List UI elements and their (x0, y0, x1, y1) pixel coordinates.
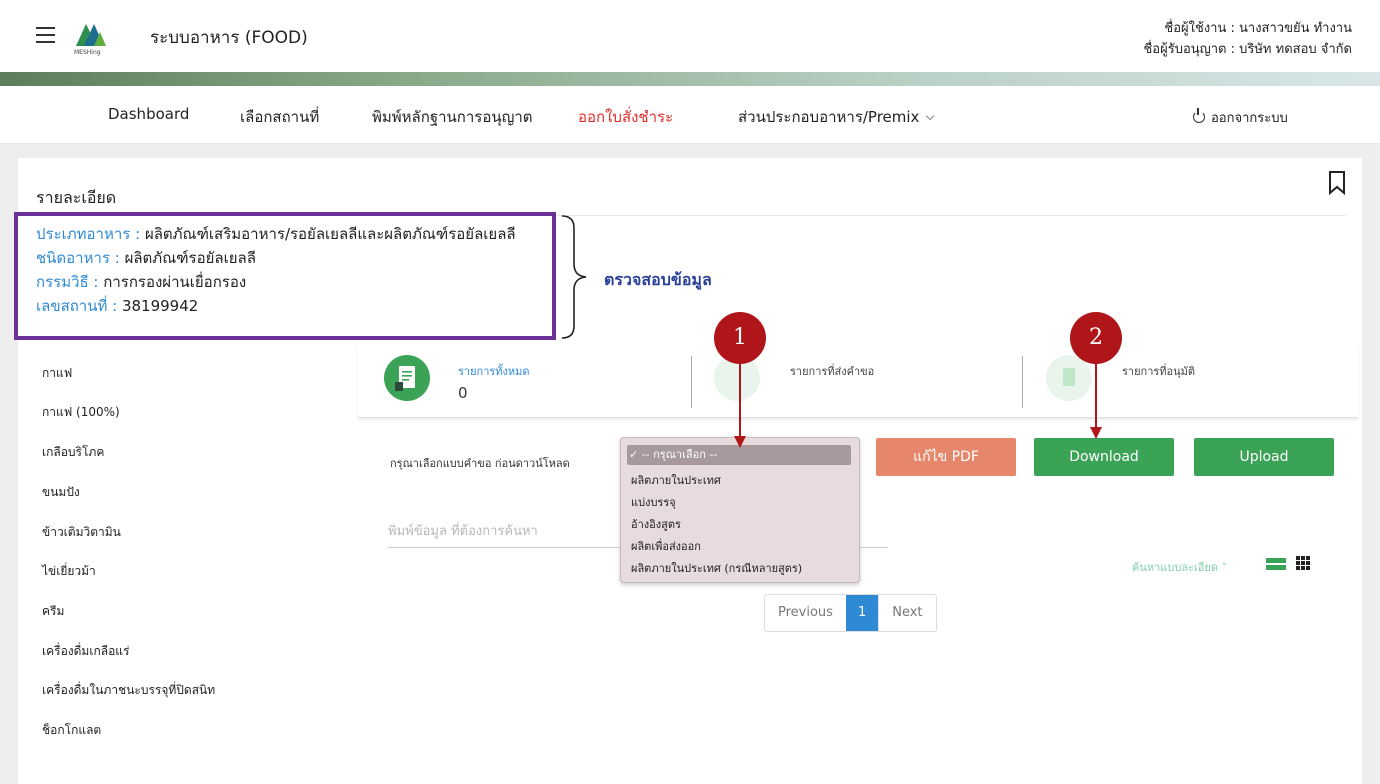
power-icon (1193, 108, 1205, 123)
menu-icon[interactable] (36, 27, 55, 43)
arrow-line-2 (1095, 364, 1097, 428)
arrow-line-1 (739, 364, 741, 438)
approved-label: รายการที่อนุมัติ (1122, 365, 1196, 378)
dropdown-option-domestic-multi[interactable]: ผลิตภายในประเทศ (กรณีหลายสูตร) (631, 559, 802, 577)
form-type-dropdown[interactable]: ✓ -- กรุณาเลือก -- ผลิตภายในประเทศ แบ่งบ… (620, 437, 860, 583)
download-button[interactable]: Download (1034, 438, 1174, 476)
logout-link[interactable]: ออกจากระบบ (1193, 107, 1288, 128)
dropdown-option-reference-formula[interactable]: อ้างอิงสูตร (631, 515, 681, 533)
total-label: รายการทั้งหมด (458, 365, 530, 378)
annotation-highlight-box (14, 212, 556, 340)
edit-pdf-button[interactable]: แก้ไข PDF (876, 438, 1016, 476)
content-panel: รายการทั้งหมด 0 รายการที่ส่งคำขอ รายการท… (358, 344, 1362, 784)
meshing-logo: MESHing (70, 16, 120, 56)
submitted-label: รายการที่ส่งคำขอ (790, 365, 875, 378)
logout-label: ออกจากระบบ (1211, 111, 1288, 126)
form-type-filter-label: กรุณาเลือกแบบคำขอ ก่อนดาวน์โหลด (390, 457, 570, 470)
nav-select-location[interactable]: เลือกสถานที่ (240, 105, 319, 129)
arrow-down-icon (1090, 427, 1102, 439)
app-title: ระบบอาหาร (FOOD) (150, 28, 308, 48)
stat-separator (691, 356, 692, 408)
sidebar-item-bread[interactable]: ขนมปัง (42, 483, 80, 502)
sidebar-item-fortified-rice[interactable]: ข้าวเติมวิตามิน (42, 523, 121, 542)
brace-icon (560, 214, 600, 340)
app-header: MESHing ระบบอาหาร (FOOD) ชื่อผู้ใช้งาน :… (0, 0, 1380, 72)
logo-text: MESHing (74, 49, 101, 56)
dropdown-option-placeholder[interactable]: ✓ -- กรุณาเลือก -- (627, 445, 851, 465)
bookmark-icon[interactable] (1328, 170, 1346, 196)
page-1-button[interactable]: 1 (845, 595, 879, 631)
chevron-down-icon (926, 111, 935, 121)
header-stripe (0, 72, 1380, 86)
step-marker-1: 1 (714, 312, 766, 364)
nav-ingredients-premix[interactable]: ส่วนประกอบอาหาร/Premix (738, 105, 935, 129)
grid-view-icon[interactable] (1296, 556, 1310, 570)
nav-payment-order[interactable]: ออกใบสั่งชำระ (578, 105, 673, 129)
sidebar-item-chocolate[interactable]: ช็อกโกแลต (42, 721, 101, 740)
sidebar-item-salt[interactable]: เกลือบริโภค (42, 443, 104, 462)
nav-print-license[interactable]: พิมพ์หลักฐานการอนุญาต (372, 105, 533, 129)
upload-button[interactable]: Upload (1194, 438, 1334, 476)
sidebar-item-coffee[interactable]: กาแฟ (42, 364, 72, 383)
nav-ingredients-label: ส่วนประกอบอาหาร/Premix (738, 108, 920, 126)
nav-dashboard[interactable]: Dashboard (108, 105, 189, 123)
total-value: 0 (458, 384, 468, 402)
advanced-search-toggle[interactable]: ค้นหาแบบละเอียด ˅ (1132, 558, 1227, 576)
sidebar-item-sealed-drink[interactable]: เครื่องดื่มในภาชนะบรรจุที่ปิดสนิท (42, 681, 215, 700)
dropdown-option-repack[interactable]: แบ่งบรรจุ (631, 493, 676, 511)
user-name: ชื่อผู้ใช้งาน : นางสาวขยัน ทำงาน (1164, 21, 1352, 36)
list-view-icon[interactable] (1266, 558, 1286, 570)
licensee-name: ชื่อผู้รับอนุญาต : บริษัท ทดสอบ จำกัด (1143, 42, 1352, 57)
annotation-check-text: ตรวจสอบข้อมูล (604, 270, 712, 289)
pagination: Previous 1 Next (764, 594, 937, 632)
previous-page-button[interactable]: Previous (765, 595, 846, 631)
section-title: รายละเอียด (36, 188, 117, 207)
user-info: ชื่อผู้ใช้งาน : นางสาวขยัน ทำงาน ชื่อผู้… (1143, 18, 1352, 60)
next-page-button[interactable]: Next (878, 595, 935, 631)
stats-bar: รายการทั้งหมด 0 รายการที่ส่งคำขอ รายการท… (358, 344, 1358, 418)
main-nav: Dashboard เลือกสถานที่ พิมพ์หลักฐานการอน… (0, 86, 1380, 144)
arrow-down-icon (734, 436, 746, 448)
dropdown-option-export[interactable]: ผลิตเพื่อส่งออก (631, 537, 701, 555)
sidebar-item-coffee-100[interactable]: กาแฟ (100%) (42, 403, 120, 422)
sidebar-item-cream[interactable]: ครีม (42, 602, 64, 621)
dropdown-option-domestic[interactable]: ผลิตภายในประเทศ (631, 471, 721, 489)
step-marker-2: 2 (1070, 312, 1122, 364)
sidebar-item-electrolyte-drink[interactable]: เครื่องดื่มเกลือแร่ (42, 642, 129, 661)
category-sidebar: กาแฟ กาแฟ (100%) เกลือบริโภค ขนมปัง ข้าว… (18, 344, 348, 784)
sidebar-item-century-egg[interactable]: ไข่เยี่ยวม้า (42, 562, 96, 581)
document-icon (384, 355, 430, 401)
stat-separator (1022, 356, 1023, 408)
